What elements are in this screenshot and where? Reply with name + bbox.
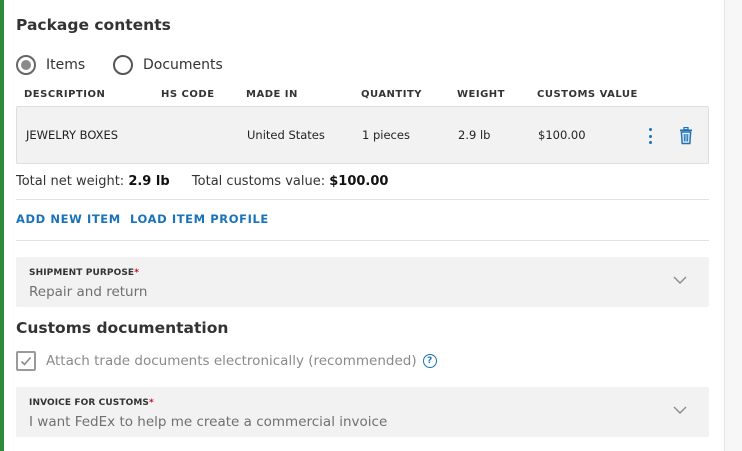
section-accent-bar <box>0 0 4 451</box>
items-table-header: DESCRIPTION HS CODE MADE IN QUANTITY WEI… <box>16 89 709 105</box>
attach-documents-checkbox[interactable] <box>16 351 36 371</box>
trash-icon[interactable] <box>679 126 693 145</box>
invoice-for-customs-value: I want FedEx to help me create a commerc… <box>29 414 388 430</box>
table-row: JEWELRY BOXES United States 1 pieces 2.9… <box>16 106 709 164</box>
radio-items[interactable]: Items <box>16 55 85 75</box>
radio-items-indicator[interactable] <box>16 55 36 75</box>
load-item-profile-link[interactable]: LOAD ITEM PROFILE <box>130 212 269 226</box>
col-description: DESCRIPTION <box>24 89 106 100</box>
item-description: JEWELRY BOXES <box>26 128 119 142</box>
total-net-weight-label: Total net weight: <box>16 174 125 189</box>
item-made-in: United States <box>247 128 325 142</box>
item-customs-value: $100.00 <box>538 128 586 142</box>
checkmark-icon <box>20 356 32 366</box>
divider <box>16 240 709 241</box>
more-vertical-icon[interactable] <box>643 126 657 146</box>
total-net-weight-value: 2.9 lb <box>128 174 170 189</box>
attach-documents-label: Attach trade documents electronically (r… <box>46 353 417 369</box>
col-customs-value: CUSTOMS VALUE <box>537 89 638 100</box>
question-circle-icon[interactable]: ? <box>422 354 437 368</box>
customs-documentation-heading: Customs documentation <box>16 319 229 337</box>
item-weight: 2.9 lb <box>458 128 491 142</box>
col-made-in: MADE IN <box>246 89 298 100</box>
total-customs-value-value: $100.00 <box>329 174 389 189</box>
col-hs-code: HS CODE <box>161 89 215 100</box>
package-contents-heading: Package contents <box>16 16 171 34</box>
col-quantity: QUANTITY <box>361 89 423 100</box>
radio-documents[interactable]: Documents <box>113 55 223 75</box>
shipment-purpose-value: Repair and return <box>29 284 148 300</box>
col-weight: WEIGHT <box>457 89 505 100</box>
chevron-down-icon <box>673 406 687 414</box>
radio-documents-indicator[interactable] <box>113 55 133 75</box>
item-quantity: 1 pieces <box>362 128 410 142</box>
shipment-purpose-select[interactable]: SHIPMENT PURPOSE* Repair and return <box>16 257 709 307</box>
package-totals: Total net weight: 2.9 lb Total customs v… <box>16 174 388 189</box>
invoice-for-customs-label: INVOICE FOR CUSTOMS* <box>29 398 154 408</box>
shipment-purpose-label: SHIPMENT PURPOSE* <box>29 268 139 278</box>
radio-items-label: Items <box>46 57 86 73</box>
chevron-down-icon <box>673 276 687 284</box>
total-customs-value-label: Total customs value: <box>191 174 326 189</box>
side-panel-edge <box>724 0 742 451</box>
radio-documents-label: Documents <box>143 57 223 73</box>
attach-documents-row: Attach trade documents electronically (r… <box>16 351 437 371</box>
invoice-for-customs-select[interactable]: INVOICE FOR CUSTOMS* I want FedEx to hel… <box>16 387 709 437</box>
add-new-item-link[interactable]: ADD NEW ITEM <box>16 212 121 226</box>
divider <box>16 199 709 200</box>
